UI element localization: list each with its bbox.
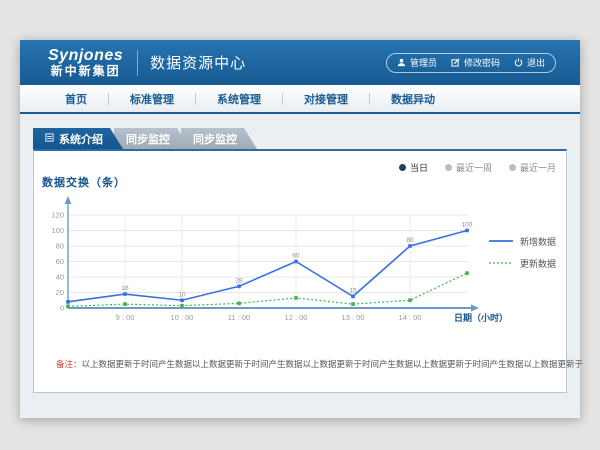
nav-item-2[interactable]: 系统管理 — [196, 91, 282, 107]
chart-box: 0 20 40 60 80 100 120 9 : 00 10 : 00 11 : 00 12 : … — [44, 189, 524, 344]
nav-item-3[interactable]: 对接管理 — [283, 91, 369, 107]
range-option-1[interactable]: 最近一周 — [445, 161, 492, 174]
svg-text:18: 18 — [121, 285, 129, 292]
nav-item-1[interactable]: 标准管理 — [109, 91, 195, 107]
power-icon — [514, 58, 523, 67]
legend-item-1: 更新数据 — [488, 257, 556, 270]
tab-0[interactable]: 系统介绍 — [33, 128, 123, 149]
tab-label: 同步监控 — [193, 131, 237, 147]
svg-text:15: 15 — [349, 287, 357, 294]
legend-line-icon — [488, 237, 514, 247]
svg-text:14 : 00: 14 : 00 — [399, 313, 422, 322]
radio-icon — [399, 164, 406, 171]
note-text: 以上数据更新于时间产生数据以上数据更新于时间产生数据以上数据更新于时间产生数据以… — [82, 359, 584, 369]
footer-note: 备注：以上数据更新于时间产生数据以上数据更新于时间产生数据以上数据更新于时间产生… — [56, 358, 583, 370]
user-toolbar-label: 修改密码 — [464, 56, 500, 69]
user-toolbar-label: 管理员 — [410, 56, 437, 69]
logo-text: Synjones — [48, 48, 123, 65]
legend-label: 新增数据 — [520, 235, 556, 248]
header-divider — [137, 50, 138, 76]
svg-text:20: 20 — [56, 288, 64, 297]
app-header: Synjones 新中新集团 数据资源中心 管理员 修改密码 退出 — [20, 40, 580, 85]
user-toolbar-power[interactable]: 退出 — [514, 56, 545, 69]
nav-item-0[interactable]: 首页 — [44, 91, 108, 107]
range-selector: 当日 最近一周 最近一月 — [399, 161, 556, 174]
user-toolbar-edit[interactable]: 修改密码 — [451, 56, 500, 69]
svg-text:9 : 00: 9 : 00 — [116, 313, 135, 322]
svg-text:100: 100 — [51, 226, 64, 235]
system-intro-panel: 当日 最近一周 最近一月 数据交换（条） 0 20 40 60 80 100 120 9 : 00… — [33, 149, 567, 393]
range-option-2[interactable]: 最近一月 — [509, 161, 556, 174]
svg-text:80: 80 — [56, 242, 64, 251]
legend-line-icon — [488, 259, 514, 269]
exchange-chart: 0 20 40 60 80 100 120 9 : 00 10 : 00 11 : 00 12 : … — [44, 189, 524, 339]
svg-text:40: 40 — [56, 273, 64, 282]
svg-text:80: 80 — [406, 237, 414, 244]
range-option-0[interactable]: 当日 — [399, 161, 428, 174]
app-window: Synjones 新中新集团 数据资源中心 管理员修改密码退出 首页标准管理系统… — [20, 40, 580, 418]
svg-text:10 : 00: 10 : 00 — [171, 313, 194, 322]
svg-text:13 : 00: 13 : 00 — [342, 313, 365, 322]
user-icon — [397, 58, 406, 67]
legend-label: 更新数据 — [520, 257, 556, 270]
page-title: 数据资源中心 — [150, 52, 246, 73]
tab-label: 系统介绍 — [59, 131, 103, 147]
note-prefix: 备注： — [56, 359, 82, 369]
user-toolbar: 管理员 修改密码 退出 — [386, 53, 556, 73]
edit-icon — [451, 58, 460, 67]
content-area: 系统介绍 同步监控 同步监控 当日 最近一周 最近一月 数据交换（条） 0 20 40 60 8… — [20, 114, 580, 393]
tab-bar: 系统介绍 同步监控 同步监控 — [33, 128, 567, 149]
user-toolbar-label: 退出 — [527, 56, 545, 69]
chart-legend: 新增数据更新数据 — [488, 235, 556, 270]
svg-text:11 : 00: 11 : 00 — [228, 313, 250, 322]
range-option-label: 最近一周 — [456, 161, 492, 174]
company-logo: Synjones 新中新集团 — [48, 48, 123, 77]
svg-text:12 : 00: 12 : 00 — [285, 313, 308, 322]
user-toolbar-user[interactable]: 管理员 — [397, 56, 437, 69]
svg-text:60: 60 — [292, 253, 300, 260]
radio-icon — [509, 164, 516, 171]
legend-item-0: 新增数据 — [488, 235, 556, 248]
svg-text:10: 10 — [178, 291, 186, 298]
chart-title: 数据交换（条） — [42, 174, 126, 190]
document-icon — [45, 133, 54, 145]
svg-text:60: 60 — [56, 257, 64, 266]
range-option-label: 最近一月 — [520, 161, 556, 174]
main-nav: 首页标准管理系统管理对接管理数据异动 — [20, 85, 580, 114]
svg-text:100: 100 — [462, 222, 473, 229]
range-option-label: 当日 — [410, 161, 428, 174]
nav-item-4[interactable]: 数据异动 — [370, 91, 456, 107]
svg-text:0: 0 — [60, 304, 64, 313]
svg-text:28: 28 — [235, 277, 243, 284]
tab-label: 同步监控 — [126, 131, 170, 147]
svg-text:120: 120 — [51, 211, 64, 220]
tab-1[interactable]: 同步监控 — [114, 128, 190, 149]
tab-2[interactable]: 同步监控 — [181, 128, 257, 149]
svg-text:日期（小时）: 日期（小时） — [454, 312, 508, 323]
radio-icon — [445, 164, 452, 171]
logo-subtext: 新中新集团 — [48, 65, 123, 78]
